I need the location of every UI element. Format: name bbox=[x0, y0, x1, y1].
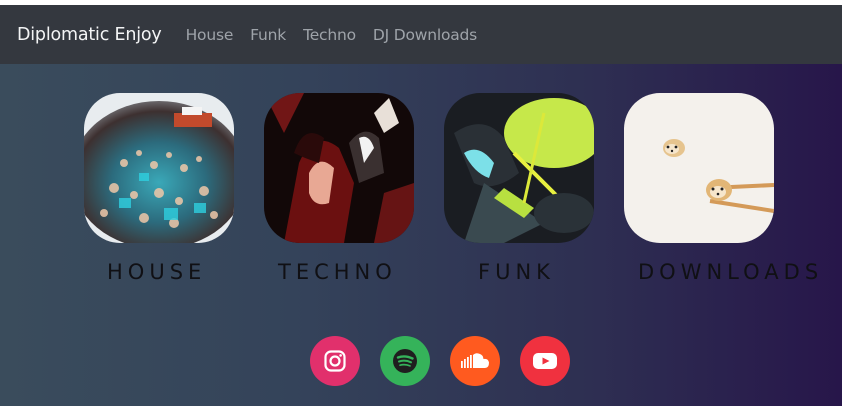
nav-link-techno[interactable]: Techno bbox=[303, 26, 356, 44]
genre-tile-funk[interactable] bbox=[444, 93, 594, 243]
youtube-icon bbox=[533, 353, 557, 369]
spotify-icon bbox=[393, 349, 417, 373]
genre-label-downloads[interactable]: DOWNLOADS bbox=[638, 260, 823, 284]
downloads-image bbox=[624, 93, 774, 243]
soundcloud-icon bbox=[461, 353, 489, 368]
soundcloud-button[interactable] bbox=[450, 336, 500, 386]
navbar: Diplomatic Enjoy House Funk Techno DJ Do… bbox=[0, 5, 842, 64]
house-image bbox=[84, 93, 234, 243]
nav-link-house[interactable]: House bbox=[186, 26, 234, 44]
instagram-icon bbox=[324, 350, 346, 372]
brand-link[interactable]: Diplomatic Enjoy bbox=[17, 25, 162, 45]
funk-image bbox=[444, 93, 594, 243]
instagram-button[interactable] bbox=[310, 336, 360, 386]
youtube-button[interactable] bbox=[520, 336, 570, 386]
nav-link-funk[interactable]: Funk bbox=[250, 26, 286, 44]
nav-link-dj-downloads[interactable]: DJ Downloads bbox=[373, 26, 477, 44]
genre-label-funk[interactable]: FUNK bbox=[478, 260, 555, 284]
hero-section: HOUSE TECHNO FUNK DOWNLOADS bbox=[0, 64, 842, 406]
genre-label-house[interactable]: HOUSE bbox=[107, 260, 206, 284]
spotify-button[interactable] bbox=[380, 336, 430, 386]
genre-tile-techno[interactable] bbox=[264, 93, 414, 243]
genre-label-techno[interactable]: TECHNO bbox=[278, 260, 397, 284]
techno-image bbox=[264, 93, 414, 243]
genre-tile-house[interactable] bbox=[84, 93, 234, 243]
genre-tile-downloads[interactable] bbox=[624, 93, 774, 243]
